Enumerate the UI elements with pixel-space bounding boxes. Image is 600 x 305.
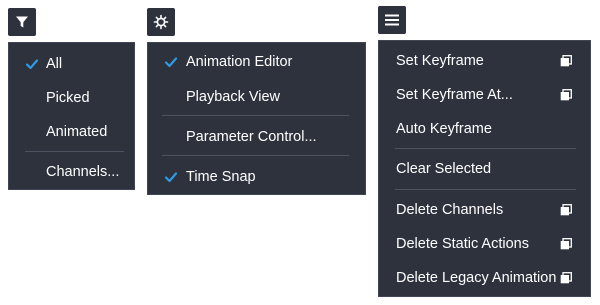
menu-item-label: Auto Keyframe: [396, 121, 492, 137]
menu-item-time-snap[interactable]: Time Snap: [148, 162, 365, 192]
menu-item-delete-channels[interactable]: Delete Channels: [379, 195, 590, 225]
menu-item-label: Picked: [46, 90, 90, 106]
checkmark-icon: [164, 55, 178, 69]
menu-separator: [395, 189, 576, 190]
menu-item-playback-view[interactable]: Playback View: [148, 82, 365, 112]
settings-button[interactable]: [147, 8, 175, 36]
menu-item-animated[interactable]: Animated: [9, 117, 134, 147]
menu-item-label: All: [46, 56, 63, 72]
menu-item-label: Parameter Control...: [186, 129, 317, 145]
menu-item-delete-static-actions[interactable]: Delete Static Actions: [379, 229, 590, 259]
menu-item-parameter-control[interactable]: Parameter Control...: [148, 122, 365, 152]
options-icon[interactable]: [560, 204, 572, 216]
menu-item-all[interactable]: All: [9, 49, 134, 79]
menu-item-label: Set Keyframe At...: [396, 87, 513, 103]
menu-item-auto-keyframe[interactable]: Auto Keyframe: [379, 114, 590, 144]
checkmark-icon: [25, 57, 39, 71]
options-icon[interactable]: [560, 55, 572, 67]
hamburger-icon: [385, 14, 399, 26]
menu-item-animation-editor[interactable]: Animation Editor: [148, 47, 365, 77]
menu-item-label: Clear Selected: [396, 161, 492, 177]
filter-button[interactable]: [8, 8, 36, 36]
menu-item-label: Delete Legacy Animation: [396, 270, 557, 286]
options-icon[interactable]: [560, 272, 572, 284]
menu-separator: [25, 151, 124, 152]
menu-button[interactable]: [378, 6, 406, 34]
menu-item-label: Animated: [46, 124, 108, 140]
menus-screenshot: All Picked Animated Channels... Animatio…: [0, 0, 600, 305]
menu-item-set-keyframe[interactable]: Set Keyframe: [379, 46, 590, 76]
menu-item-label: Channels...: [46, 164, 120, 180]
checkmark-icon: [164, 170, 178, 184]
menu-item-label: Set Keyframe: [396, 53, 484, 69]
menu-item-delete-legacy-animation[interactable]: Delete Legacy Animation: [379, 263, 590, 293]
menu-item-channels[interactable]: Channels...: [9, 157, 134, 187]
menu-separator: [162, 155, 349, 156]
menu-item-label: Playback View: [186, 89, 281, 105]
menu-separator: [162, 115, 349, 116]
menu-item-label: Time Snap: [186, 169, 256, 185]
actions-menu: Set Keyframe Set Keyframe At... Auto Key…: [378, 40, 591, 297]
options-icon[interactable]: [560, 89, 572, 101]
settings-menu: Animation Editor Playback View Parameter…: [147, 42, 366, 195]
menu-item-picked[interactable]: Picked: [9, 83, 134, 113]
menu-item-set-keyframe-at[interactable]: Set Keyframe At...: [379, 80, 590, 110]
menu-separator: [395, 148, 576, 149]
menu-item-clear-selected[interactable]: Clear Selected: [379, 154, 590, 184]
filter-menu: All Picked Animated Channels...: [8, 42, 135, 190]
options-icon[interactable]: [560, 238, 572, 250]
menu-item-label: Animation Editor: [186, 54, 293, 70]
gear-icon: [153, 14, 169, 30]
filter-icon: [15, 15, 29, 29]
menu-item-label: Delete Channels: [396, 202, 504, 218]
menu-item-label: Delete Static Actions: [396, 236, 529, 252]
